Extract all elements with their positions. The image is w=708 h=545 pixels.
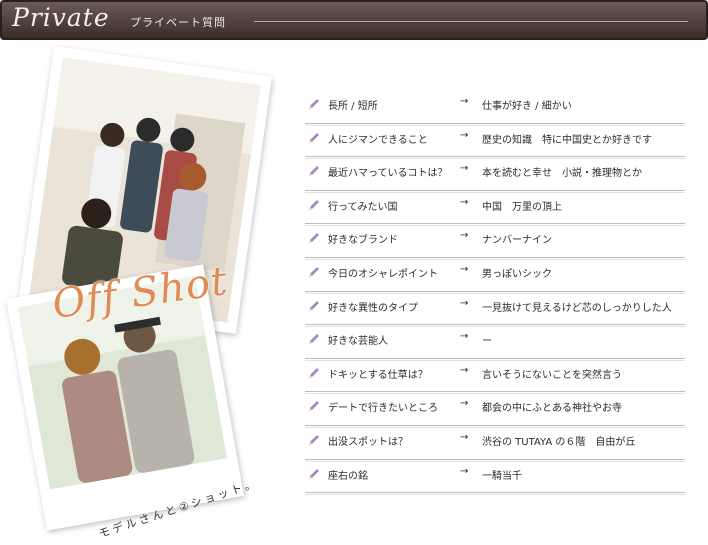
question-text: 座右の銘 <box>328 470 368 482</box>
answer-text: 本を読むと幸せ 小説・推理物とか <box>482 168 642 180</box>
arrow-icon: → <box>460 364 469 376</box>
pencil-icon <box>309 266 319 277</box>
qa-row: 今日のオシャレポイント → 男っぽいシック <box>305 258 685 294</box>
qa-row: 人にジマンできること → 歴史の知識 特に中国史とか好きです <box>305 124 685 159</box>
arrow-icon: → <box>460 465 469 477</box>
arrow-icon: → <box>460 230 469 242</box>
arrow-icon: → <box>460 398 469 410</box>
question-text: 好きな異性のタイプ <box>328 302 418 314</box>
answer-text: ナンバーナイン <box>482 235 552 247</box>
arrow-icon: → <box>460 96 469 107</box>
qa-row: ドキッとする仕草は？ → 言いそうにないことを突然言う <box>305 359 685 394</box>
question-text: 好きな芸能人 <box>328 336 388 348</box>
answer-text: 男っぽいシック <box>482 268 552 280</box>
answer-text: 一騎当千 <box>482 470 522 482</box>
question-text: 今日のオシャレポイント <box>328 268 438 280</box>
answer-text: ー <box>482 336 492 348</box>
qa-row: 最近ハマっているコトは？ → 本を読むと幸せ 小説・推理物とか <box>305 157 685 193</box>
arrow-icon: → <box>460 331 469 343</box>
qa-row: 座右の銘 → 一騎当千 <box>305 460 685 495</box>
pencil-icon <box>309 334 319 345</box>
pencil-icon <box>309 468 319 479</box>
qa-row: 長所 / 短所 → 仕事が好き / 細かい <box>305 90 685 126</box>
pencil-icon <box>309 434 319 445</box>
arrow-icon: → <box>460 263 469 275</box>
qa-row: デートで行きたいところ → 都会の中にふとある神社やお寺 <box>305 392 685 428</box>
pencil-icon <box>309 233 319 244</box>
qa-row: 好きな異性のタイプ → 一見抜けて見えるけど芯のしっかりした人 <box>305 292 685 327</box>
qa-row: 行ってみたい国 → 中国 万里の頂上 <box>305 191 685 226</box>
answer-text: 渋谷の TUTAYA の６階 自由が丘 <box>482 436 636 448</box>
qa-row: 好きな芸能人 → ー <box>305 325 685 361</box>
photo-collage: Off Shot モデルさんと②ショット。 <box>0 45 300 545</box>
header-divider <box>254 21 688 22</box>
answer-text: 仕事が好き / 細かい <box>482 101 572 112</box>
question-text: 最近ハマっているコトは？ <box>328 168 448 180</box>
pencil-icon <box>309 132 319 143</box>
section-header: Private プライベート質問 <box>0 0 708 40</box>
answer-text: 都会の中にふとある神社やお寺 <box>482 403 622 415</box>
arrow-icon: → <box>460 297 469 309</box>
pencil-icon <box>309 199 319 210</box>
question-text: 長所 / 短所 <box>328 101 378 112</box>
answer-text: 歴史の知識 特に中国史とか好きです <box>482 134 652 146</box>
header-subtitle: プライベート質問 <box>130 16 226 29</box>
answer-text: 中国 万里の頂上 <box>482 201 562 213</box>
arrow-icon: → <box>460 431 469 443</box>
answer-text: 一見抜けて見えるけど芯のしっかりした人 <box>482 302 672 314</box>
question-text: 行ってみたい国 <box>328 201 398 213</box>
question-text: デートで行きたいところ <box>328 403 438 415</box>
answer-text: 言いそうにないことを突然言う <box>482 369 622 381</box>
qa-row: 出没スポットは？ → 渋谷の TUTAYA の６階 自由が丘 <box>305 426 685 462</box>
pencil-icon <box>309 367 319 378</box>
question-text: 人にジマンできること <box>328 134 428 146</box>
qa-list: 長所 / 短所 → 仕事が好き / 細かい人にジマンできること → 歴史の知識 特に中国… <box>305 90 685 495</box>
arrow-icon: → <box>460 196 469 208</box>
pencil-icon <box>309 166 319 177</box>
question-text: ドキッとする仕草は？ <box>328 369 428 381</box>
pencil-icon <box>309 401 319 412</box>
arrow-icon: → <box>460 129 469 141</box>
pencil-icon <box>309 300 319 311</box>
arrow-icon: → <box>460 163 469 175</box>
pencil-icon <box>309 99 319 109</box>
question-text: 出没スポットは？ <box>328 436 408 448</box>
header-title: Private <box>12 3 110 32</box>
question-text: 好きなブランド <box>328 235 398 247</box>
qa-row: 好きなブランド → ナンバーナイン <box>305 224 685 260</box>
